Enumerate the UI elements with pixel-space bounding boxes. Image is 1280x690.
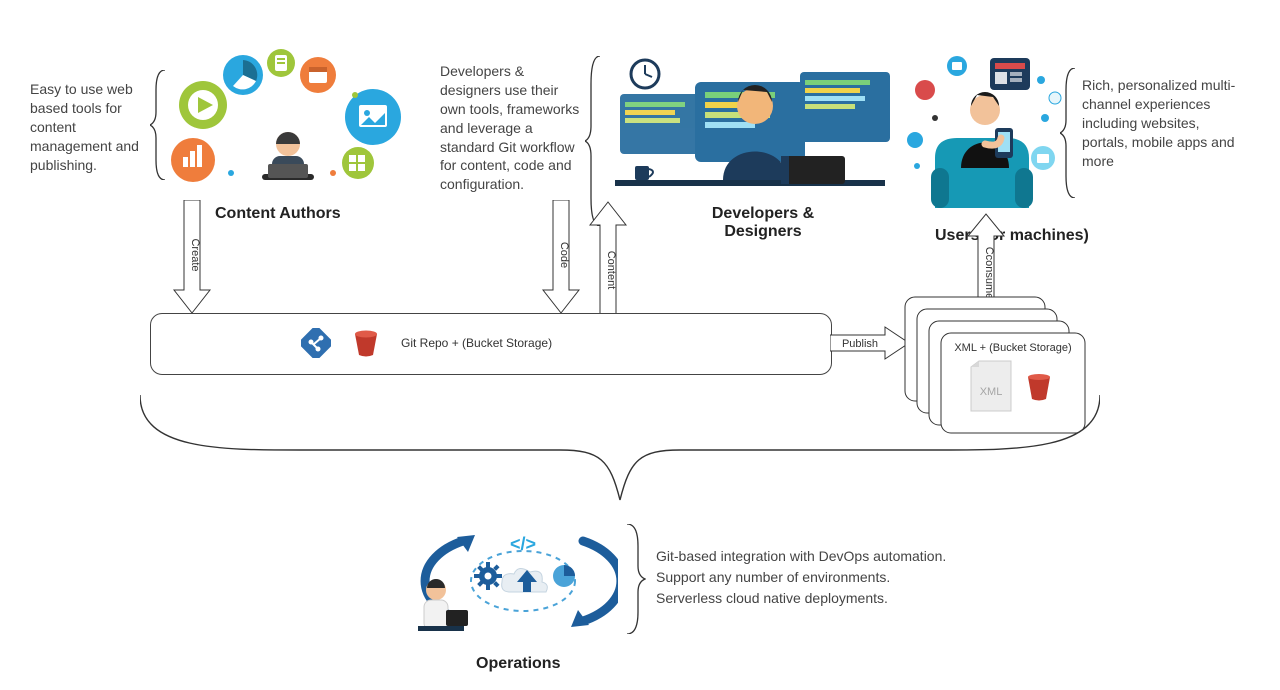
content-authors-illustration (163, 45, 413, 205)
operations-illustration: </> (418, 516, 618, 646)
operations-line3: Serverless cloud native deployments. (656, 588, 976, 609)
content-arrow: Content (588, 200, 628, 315)
bucket-icon (351, 328, 381, 358)
svg-text:</>: </> (510, 534, 536, 554)
operations-line1: Git-based integration with DevOps automa… (656, 546, 976, 567)
authors-title: Content Authors (215, 205, 341, 223)
brace-icon (150, 70, 170, 180)
brace-icon (624, 524, 646, 634)
play-icon (179, 81, 227, 129)
users-illustration (895, 48, 1075, 218)
brace-icon (1060, 68, 1080, 198)
authors-desc: Easy to use web based tools for content … (30, 80, 150, 174)
code-arrow: Code (541, 200, 581, 315)
git-repo-box: Git Repo + (Bucket Storage) (150, 313, 832, 375)
document-icon (267, 49, 295, 77)
operations-line2: Support any number of environments. (656, 567, 976, 588)
users-desc: Rich, personalized multi-channel experie… (1082, 76, 1247, 170)
svg-text:Publish: Publish (842, 338, 878, 350)
developers-title: Developers & Designers (688, 205, 838, 241)
svg-text:XML + (Bucket Storage): XML + (Bucket Storage) (954, 342, 1071, 354)
svg-text:Code: Code (558, 242, 570, 268)
screen-icon (990, 58, 1030, 90)
create-arrow: Create (172, 200, 212, 315)
svg-text:Create: Create (189, 238, 201, 271)
diagram-stage: Easy to use web based tools for content … (0, 0, 1280, 690)
publish-arrow: Publish (830, 326, 910, 360)
bar-chart-icon (171, 138, 215, 182)
big-brace-icon (140, 395, 1100, 505)
git-icon (301, 328, 331, 358)
developers-desc: Developers & designers use their own too… (440, 62, 580, 194)
calendar-icon (300, 57, 336, 93)
repo-label: Git Repo + (Bucket Storage) (401, 336, 552, 350)
svg-text:Cconsume: Cconsume (983, 247, 995, 300)
pie-chart-icon (223, 55, 263, 95)
operations-desc: Git-based integration with DevOps automa… (656, 546, 976, 609)
operations-title: Operations (476, 655, 560, 673)
users-title: Users (or machines) (935, 227, 1089, 245)
svg-text:Content: Content (605, 251, 617, 290)
developers-illustration (605, 52, 895, 202)
grid-icon (342, 147, 374, 179)
